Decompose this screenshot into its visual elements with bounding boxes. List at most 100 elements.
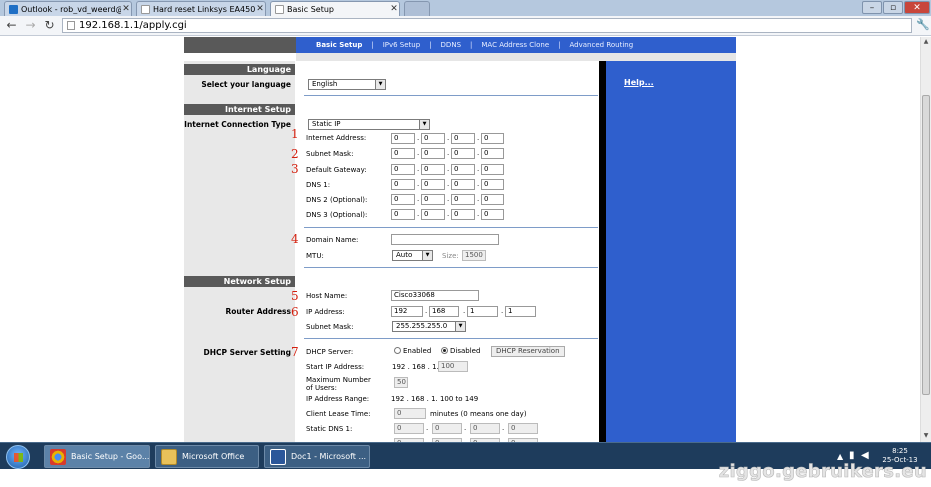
left-column: [184, 61, 295, 442]
default-gateway-octet-3[interactable]: 0: [451, 164, 475, 175]
tab-hard-reset[interactable]: Hard reset Linksys EA4500 ✕: [136, 1, 266, 16]
back-arrow-icon[interactable]: ←: [4, 18, 19, 33]
language-select[interactable]: English ▼: [308, 79, 386, 90]
ip-address-octet-3[interactable]: 1: [467, 306, 498, 317]
connection-type-label: Internet Connection Type: [184, 120, 291, 129]
domain-name-input[interactable]: [391, 234, 499, 245]
radio-enabled[interactable]: [394, 347, 401, 354]
mtu-size-input[interactable]: 1500: [462, 250, 486, 261]
ip-address-octet-2[interactable]: 168: [429, 306, 459, 317]
new-tab-button[interactable]: [404, 1, 430, 16]
taskbar-item-word[interactable]: Doc1 - Microsoft ...: [264, 445, 370, 468]
enabled-label: Enabled: [403, 347, 432, 355]
static-dns1-octet-2[interactable]: 0: [432, 423, 462, 434]
tray-arrow-icon[interactable]: ▲: [837, 452, 843, 461]
octet-dot: .: [417, 180, 420, 188]
divider: [304, 227, 598, 228]
domain-name-label: Domain Name:: [306, 236, 359, 244]
close-icon[interactable]: ✕: [255, 4, 265, 14]
subnet-mask-octet-1[interactable]: 0: [391, 148, 415, 159]
subnet-mask-octet-2[interactable]: 0: [421, 148, 445, 159]
dns1-octet-4[interactable]: 0: [481, 179, 504, 190]
wrench-icon[interactable]: 🔧: [916, 18, 930, 31]
scroll-up-icon[interactable]: ▲: [922, 38, 930, 47]
static-dns1-octet-3[interactable]: 0: [470, 423, 500, 434]
subnav-ipv6-setup[interactable]: IPv6 Setup: [376, 41, 427, 49]
dns2-octet-3[interactable]: 0: [451, 194, 475, 205]
reload-icon[interactable]: ↻: [42, 18, 57, 33]
octet-dot: .: [417, 195, 420, 203]
default-gateway-octet-4[interactable]: 0: [481, 164, 504, 175]
taskbar-item-chrome[interactable]: Basic Setup - Goo...: [44, 445, 150, 468]
default-gateway-octet-2[interactable]: 0: [421, 164, 445, 175]
dns3-octet-3[interactable]: 0: [451, 209, 475, 220]
static-dns1-octet-1[interactable]: 0: [394, 423, 424, 434]
internet-address-octet-4[interactable]: 0: [481, 133, 504, 144]
volume-icon[interactable]: ◀: [861, 450, 869, 461]
dns1-octet-1[interactable]: 0: [391, 179, 415, 190]
host-name-label: Host Name:: [306, 292, 348, 300]
connection-type-select[interactable]: Static IP ▼: [308, 119, 430, 130]
host-name-input[interactable]: Cisco33068: [391, 290, 479, 301]
dhcp-reservation-button[interactable]: DHCP Reservation: [491, 346, 565, 357]
start-ip-last-octet[interactable]: 100: [438, 361, 468, 372]
close-icon[interactable]: ✕: [121, 4, 131, 14]
router-subnet-select[interactable]: 255.255.255.0 ▼: [392, 321, 466, 332]
dns1-octet-2[interactable]: 0: [421, 179, 445, 190]
default-gateway-octet-1[interactable]: 0: [391, 164, 415, 175]
subnav-ddns[interactable]: DDNS: [434, 41, 468, 49]
subnav-mac-clone[interactable]: MAC Address Clone: [474, 41, 556, 49]
help-link[interactable]: Help...: [624, 78, 654, 87]
tab-outlook[interactable]: Outlook - rob_vd_weerd@ ✕: [4, 1, 132, 16]
tab-basic-setup[interactable]: Basic Setup ✕: [270, 1, 400, 16]
watermark: ziggo.gebruikers.eu: [718, 461, 927, 483]
mtu-select[interactable]: Auto ▼: [392, 250, 433, 261]
dns3-octet-2[interactable]: 0: [421, 209, 445, 220]
lease-time-label: Client Lease Time:: [306, 410, 371, 418]
subnet-mask-octet-4[interactable]: 0: [481, 148, 504, 159]
minimize-icon[interactable]: –: [862, 1, 882, 14]
dns3-label: DNS 3 (Optional):: [306, 211, 368, 219]
scrollbar-thumb[interactable]: [922, 95, 930, 395]
internet-address-octet-2[interactable]: 0: [421, 133, 445, 144]
start-button[interactable]: [3, 443, 33, 470]
max-users-input[interactable]: 50: [394, 377, 408, 388]
dns1-octet-3[interactable]: 0: [451, 179, 475, 190]
ip-address-octet-4[interactable]: 1: [505, 306, 536, 317]
network-icon[interactable]: ▮: [849, 450, 855, 461]
dns2-octet-1[interactable]: 0: [391, 194, 415, 205]
octet-dot: .: [447, 195, 450, 203]
window-close-icon[interactable]: ✕: [904, 1, 930, 14]
dns2-octet-4[interactable]: 0: [481, 194, 504, 205]
close-icon[interactable]: ✕: [389, 4, 399, 14]
static-dns1-octet-4[interactable]: 0: [508, 423, 538, 434]
vertical-scrollbar[interactable]: ▲ ▼: [920, 37, 931, 442]
subnav-advanced-routing[interactable]: Advanced Routing: [563, 41, 641, 49]
octet-dot: .: [447, 165, 450, 173]
dns2-label: DNS 2 (Optional):: [306, 196, 368, 204]
dhcp-disabled-option[interactable]: Disabled: [441, 347, 480, 355]
mtu-value: Auto: [396, 251, 413, 259]
ip-address-octet-1[interactable]: 192: [391, 306, 423, 317]
octet-dot: .: [477, 180, 480, 188]
maximize-icon[interactable]: ▫: [883, 1, 903, 14]
subnav-basic-setup[interactable]: Basic Setup: [309, 41, 369, 49]
internet-address-octet-1[interactable]: 0: [391, 133, 415, 144]
scroll-down-icon[interactable]: ▼: [922, 432, 930, 441]
octet-dot: .: [463, 307, 466, 315]
taskbar-item-office-folder[interactable]: Microsoft Office: [155, 445, 259, 468]
dhcp-enabled-option[interactable]: Enabled: [394, 347, 431, 355]
internet-address-octet-3[interactable]: 0: [451, 133, 475, 144]
radio-disabled[interactable]: [441, 347, 448, 354]
step-number: 2: [291, 147, 299, 161]
taskbar-item-label: Basic Setup - Goo...: [71, 452, 150, 461]
dns3-octet-1[interactable]: 0: [391, 209, 415, 220]
dns2-octet-2[interactable]: 0: [421, 194, 445, 205]
octet-dot: .: [502, 424, 505, 432]
lease-time-input[interactable]: 0: [394, 408, 426, 419]
taskbar-item-label: Doc1 - Microsoft ...: [291, 452, 367, 461]
address-bar[interactable]: 192.168.1.1/apply.cgi: [62, 18, 912, 33]
subnet-mask-octet-3[interactable]: 0: [451, 148, 475, 159]
dns3-octet-4[interactable]: 0: [481, 209, 504, 220]
forward-arrow-icon[interactable]: →: [23, 18, 38, 33]
